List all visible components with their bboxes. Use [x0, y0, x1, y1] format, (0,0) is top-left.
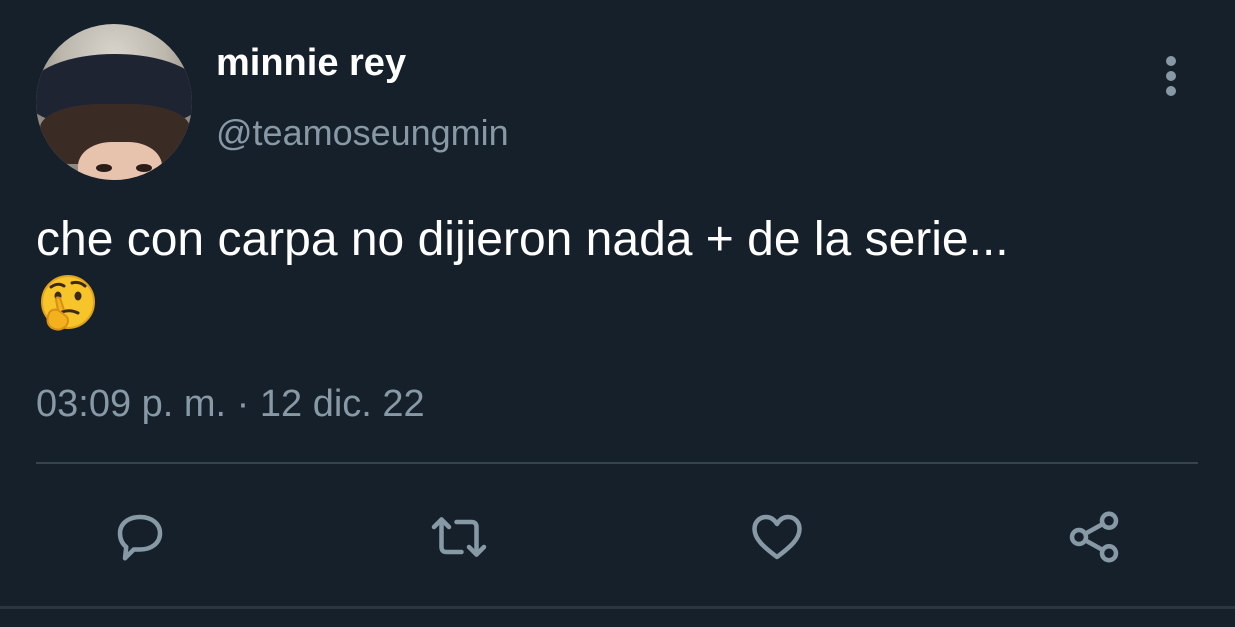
- heart-icon: [752, 514, 802, 560]
- bottom-divider: [0, 606, 1235, 609]
- retweet-button[interactable]: [427, 505, 491, 569]
- avatar-eye: [96, 164, 112, 172]
- divider: [36, 462, 1198, 464]
- user-handle[interactable]: @teamoseungmin: [216, 112, 509, 154]
- avatar[interactable]: [36, 24, 192, 180]
- more-options-icon[interactable]: [1160, 56, 1182, 96]
- reply-button[interactable]: [108, 505, 172, 569]
- share-icon: [1069, 511, 1119, 563]
- thinking-face-emoji: [41, 275, 95, 331]
- share-button[interactable]: [1062, 505, 1126, 569]
- like-button[interactable]: [745, 505, 809, 569]
- display-name[interactable]: minnie rey: [216, 42, 406, 85]
- tweet-timestamp[interactable]: 03:09 p. m. · 12 dic. 22: [36, 383, 425, 426]
- retweet-icon: [431, 517, 487, 557]
- avatar-eye: [136, 164, 152, 172]
- tweet-text: che con carpa no dijieron nada + de la s…: [36, 213, 1009, 266]
- reply-icon: [117, 514, 163, 561]
- avatar-face: [78, 142, 162, 180]
